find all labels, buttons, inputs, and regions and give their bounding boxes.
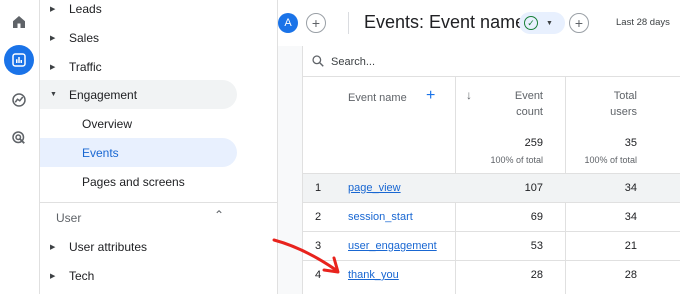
nav-section-user: User — [56, 211, 82, 225]
nav-item-tech[interactable]: ▶ Tech — [40, 261, 237, 290]
total-event-count-pct: 100% of total — [490, 155, 543, 165]
nav-item-traffic[interactable]: ▶ Traffic — [40, 52, 237, 81]
total-users-cell: 28 — [624, 269, 637, 281]
data-status-chip[interactable]: ✓ ▼ — [519, 12, 565, 34]
event-count-cell: 69 — [530, 211, 543, 223]
row-rank: 4 — [315, 269, 322, 281]
event-count-cell: 53 — [530, 240, 543, 252]
add-comparison-button[interactable]: + — [306, 13, 326, 33]
comparison-avatar[interactable]: A — [278, 13, 298, 33]
total-users-pct: 100% of total — [584, 155, 637, 165]
home-icon[interactable] — [4, 7, 34, 37]
chevron-up-icon[interactable]: ⌃ — [214, 208, 224, 222]
table-row: 2 session_start 69 34 — [303, 202, 680, 231]
event-count-cell: 107 — [524, 182, 543, 194]
event-name-link[interactable]: page_view — [348, 182, 401, 194]
sort-descending-icon[interactable]: ↓ — [466, 88, 472, 102]
report-nav: ▶ Leads ▶ Sales ▶ Traffic ▼ Engagement O… — [40, 0, 278, 294]
event-count-cell: 28 — [530, 269, 543, 281]
nav-sub-events[interactable]: Events — [40, 138, 237, 167]
total-users: 35 — [624, 137, 637, 149]
expand-arrow-icon: ▶ — [50, 243, 56, 251]
advertising-icon[interactable] — [4, 123, 34, 153]
search-icon — [312, 55, 324, 67]
header-divider — [348, 12, 349, 34]
expand-arrow-icon: ▶ — [50, 63, 56, 71]
expand-arrow-icon: ▶ — [50, 272, 56, 280]
event-name-link[interactable]: session_start — [348, 211, 413, 223]
table-row: 1 page_view 107 34 — [303, 173, 680, 202]
check-circle-icon: ✓ — [524, 16, 538, 30]
row-rank: 3 — [315, 240, 322, 252]
table-row: 3 user_engagement 53 21 — [303, 231, 680, 260]
icon-rail — [0, 0, 40, 294]
total-users-cell: 21 — [624, 240, 637, 252]
events-table: Event name + ↓ Event count Total users 2… — [302, 46, 680, 294]
collapse-arrow-icon: ▼ — [50, 91, 57, 98]
nav-item-leads[interactable]: ▶ Leads — [40, 0, 237, 23]
caret-down-icon: ▼ — [546, 19, 553, 27]
add-filter-button[interactable]: + — [569, 13, 589, 33]
report-main: Event name + ↓ Event count Total users 2… — [278, 46, 680, 294]
row-rank: 1 — [315, 182, 322, 194]
column-header-total-users-line2[interactable]: users — [597, 104, 637, 120]
column-header-event-count-line1[interactable]: Event — [503, 88, 543, 104]
date-range-label[interactable]: Last 28 days — [616, 17, 670, 28]
row-rank: 2 — [315, 211, 322, 223]
table-search-row — [303, 46, 680, 77]
total-users-cell: 34 — [624, 182, 637, 194]
report-header: A + Events: Event name ✓ ▼ + Last 28 day… — [278, 0, 680, 46]
nav-divider — [40, 202, 277, 203]
add-dimension-button[interactable]: + — [426, 88, 435, 104]
page-title: Events: Event name — [364, 12, 526, 32]
nav-sub-pages-and-screens[interactable]: Pages and screens — [40, 167, 237, 196]
explore-icon[interactable] — [4, 85, 34, 115]
nav-sub-overview[interactable]: Overview — [40, 109, 237, 138]
total-users-cell: 34 — [624, 211, 637, 223]
reports-icon[interactable] — [4, 45, 34, 75]
event-name-link[interactable]: thank_you — [348, 269, 399, 281]
total-event-count: 259 — [524, 137, 543, 149]
expand-arrow-icon: ▶ — [50, 5, 56, 13]
column-header-event-name[interactable]: Event name — [348, 90, 407, 106]
search-input[interactable] — [331, 53, 531, 71]
table-row: 4 thank_you 28 28 — [303, 260, 680, 289]
column-header-total-users-line1[interactable]: Total — [597, 88, 637, 104]
nav-item-user-attributes[interactable]: ▶ User attributes — [40, 232, 237, 261]
nav-item-sales[interactable]: ▶ Sales — [40, 23, 237, 52]
expand-arrow-icon: ▶ — [50, 34, 56, 42]
nav-item-engagement[interactable]: ▼ Engagement — [40, 80, 237, 109]
event-name-link[interactable]: user_engagement — [348, 240, 437, 252]
column-header-event-count-line2[interactable]: count — [503, 104, 543, 120]
